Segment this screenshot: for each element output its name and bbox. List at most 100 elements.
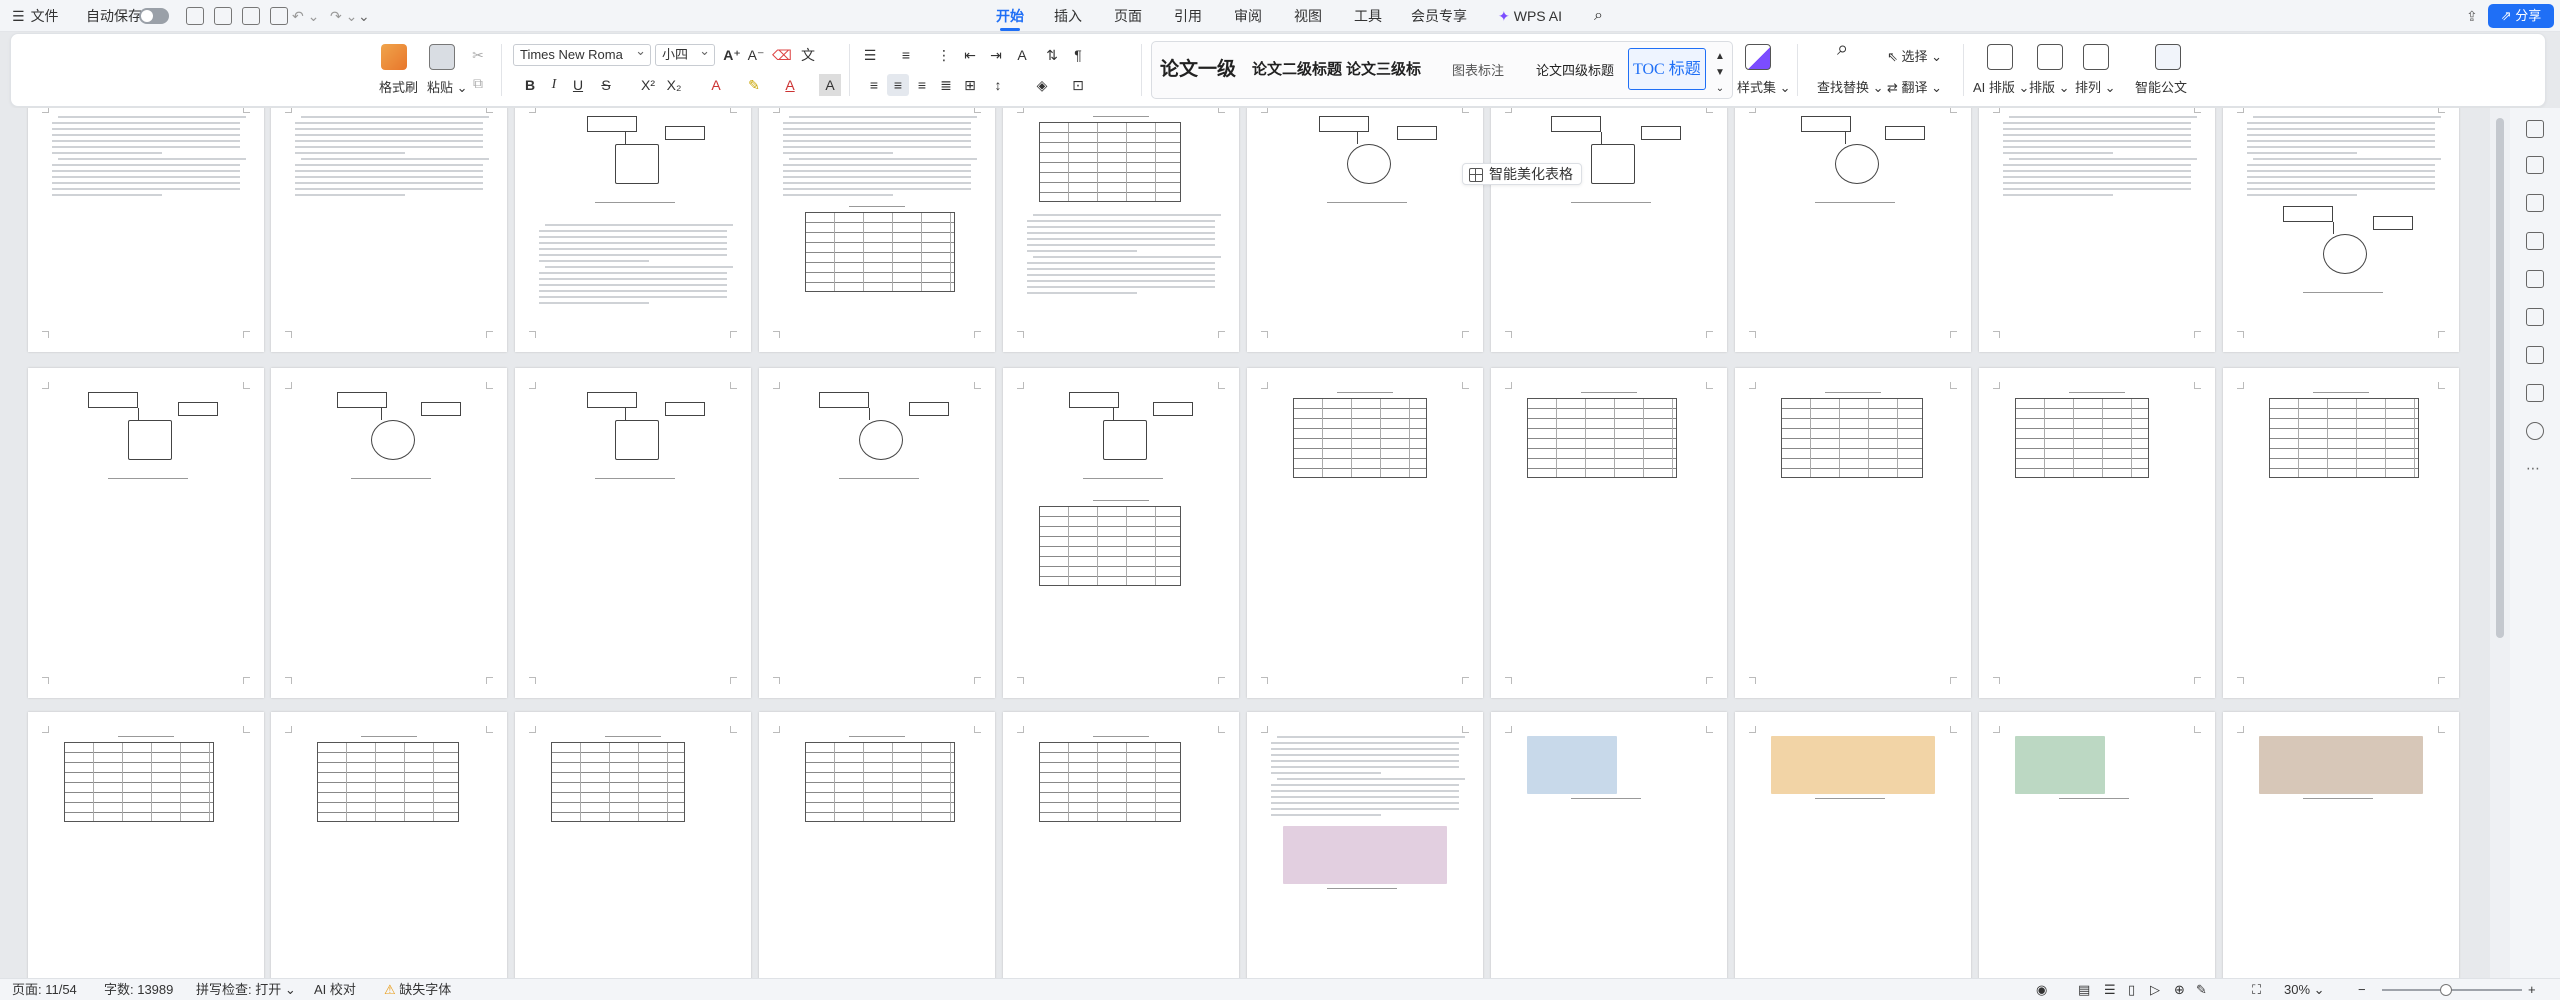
document-page[interactable] bbox=[1491, 368, 1727, 698]
tab-insert[interactable]: 插入 bbox=[1054, 0, 1082, 32]
document-page[interactable] bbox=[1735, 108, 1971, 352]
document-page[interactable] bbox=[1491, 108, 1727, 352]
document-page[interactable] bbox=[759, 712, 995, 978]
history-icon[interactable] bbox=[2526, 384, 2544, 402]
subscript-icon[interactable]: X₂ bbox=[663, 74, 685, 96]
document-page[interactable] bbox=[1003, 108, 1239, 352]
document-page[interactable] bbox=[1979, 368, 2215, 698]
redo-icon[interactable]: ↷ ⌄ bbox=[330, 0, 357, 32]
document-workspace[interactable] bbox=[0, 108, 2490, 978]
pen-icon[interactable] bbox=[2526, 194, 2544, 212]
highlight-icon[interactable]: ✎ bbox=[743, 74, 765, 96]
italic-icon[interactable]: I bbox=[543, 74, 565, 96]
document-page[interactable] bbox=[1003, 368, 1239, 698]
fit-page-icon[interactable]: ⛶ bbox=[2252, 979, 2261, 1000]
document-page[interactable] bbox=[28, 368, 264, 698]
document-page[interactable] bbox=[1735, 712, 1971, 978]
document-page[interactable] bbox=[759, 108, 995, 352]
shading-icon[interactable]: ◈ bbox=[1031, 74, 1053, 96]
underline-icon[interactable]: U bbox=[567, 74, 589, 96]
autosave-toggle[interactable] bbox=[139, 8, 169, 24]
vertical-scrollbar[interactable] bbox=[2490, 108, 2510, 978]
numbered-list-icon[interactable]: ≡ bbox=[895, 44, 917, 66]
read-mode-icon[interactable]: ▯ bbox=[2128, 979, 2135, 1000]
font-color-icon[interactable]: A bbox=[779, 74, 801, 96]
distributed-icon[interactable]: ⊞ bbox=[959, 74, 981, 96]
phonetic-icon[interactable]: 文 bbox=[797, 44, 819, 66]
document-page[interactable] bbox=[1003, 712, 1239, 978]
document-page[interactable] bbox=[1247, 108, 1483, 352]
zoom-slider-handle[interactable] bbox=[2440, 984, 2452, 996]
cut-icon[interactable]: ✂ bbox=[467, 44, 489, 66]
tab-review[interactable]: 审阅 bbox=[1234, 0, 1262, 32]
web-view-icon[interactable]: ⊕ bbox=[2174, 979, 2185, 1000]
paste-icon[interactable] bbox=[429, 44, 455, 70]
align-left-icon[interactable]: ≡ bbox=[863, 74, 885, 96]
grow-font-icon[interactable]: A⁺ bbox=[721, 44, 743, 66]
line-spacing-icon[interactable]: ↕ bbox=[987, 74, 1009, 96]
tab-tools[interactable]: 工具 bbox=[1354, 0, 1382, 32]
copy-icon[interactable]: ⧉ bbox=[467, 72, 489, 94]
format-painter-label[interactable]: 格式刷 bbox=[379, 77, 418, 96]
ai-layout-label[interactable]: AI 排版 ⌄ bbox=[1973, 77, 2029, 96]
write-mode-icon[interactable]: ✎ bbox=[2196, 979, 2207, 1000]
align-right-icon[interactable]: ≡ bbox=[911, 74, 933, 96]
document-page[interactable] bbox=[2223, 368, 2459, 698]
clear-format-icon[interactable]: ⌫ bbox=[771, 44, 793, 66]
strikethrough-icon[interactable]: S bbox=[595, 74, 617, 96]
align-center-icon[interactable]: ≡ bbox=[887, 74, 909, 96]
sort-icon[interactable]: ⇅ bbox=[1041, 44, 1063, 66]
print-preview-icon[interactable] bbox=[270, 7, 288, 25]
search-icon[interactable]: ⌕ bbox=[1594, 0, 1603, 32]
document-page[interactable] bbox=[1979, 712, 2215, 978]
more-icon[interactable]: ⋯ bbox=[2526, 460, 2544, 478]
document-page[interactable] bbox=[515, 368, 751, 698]
document-page[interactable] bbox=[1247, 712, 1483, 978]
tab-home[interactable]: 开始 bbox=[996, 0, 1024, 32]
magic-tool-icon[interactable] bbox=[2526, 270, 2544, 288]
zoom-in-icon[interactable]: + bbox=[2528, 979, 2536, 1000]
scroll-thumb[interactable] bbox=[2496, 118, 2504, 638]
font-size-select[interactable]: 小四 bbox=[655, 44, 715, 66]
decrease-indent-icon[interactable]: ⇤ bbox=[959, 44, 981, 66]
style-heading-1[interactable]: 论文一级 bbox=[1160, 54, 1236, 81]
document-page[interactable] bbox=[515, 712, 751, 978]
font-name-select[interactable]: Times New Roma bbox=[513, 44, 651, 66]
paste-label[interactable]: 粘贴 ⌄ bbox=[427, 77, 468, 96]
shapes-icon[interactable] bbox=[2526, 308, 2544, 326]
zoom-slider[interactable] bbox=[2382, 989, 2522, 991]
zoom-level[interactable]: 30% ⌄ bbox=[2284, 979, 2325, 1000]
zoom-out-icon[interactable]: − bbox=[2358, 979, 2366, 1000]
char-shading-icon[interactable]: A bbox=[819, 74, 841, 96]
print-icon[interactable] bbox=[242, 7, 260, 25]
document-page[interactable] bbox=[271, 108, 507, 352]
collapse-icon[interactable] bbox=[2526, 120, 2544, 138]
superscript-icon[interactable]: X² bbox=[637, 74, 659, 96]
translate-button[interactable]: ⇄ 翻译 ⌄ bbox=[1887, 77, 1942, 96]
style-set-icon[interactable] bbox=[1745, 44, 1771, 70]
format-painter-icon[interactable] bbox=[381, 44, 407, 70]
smart-doc-label[interactable]: 智能公文 bbox=[2135, 77, 2187, 96]
cloud-upload-icon[interactable]: ⇪ bbox=[2466, 0, 2478, 32]
page-view-icon[interactable]: ▤ bbox=[2078, 979, 2090, 1000]
save-icon[interactable] bbox=[186, 7, 204, 25]
help-icon[interactable] bbox=[2526, 422, 2544, 440]
style-caption[interactable]: 图表标注 bbox=[1452, 60, 1504, 79]
share-button[interactable]: ⇗ 分享 bbox=[2488, 4, 2554, 28]
tab-references[interactable]: 引用 bbox=[1174, 0, 1202, 32]
layout-label[interactable]: 排版 ⌄ bbox=[2029, 77, 2070, 96]
smart-doc-icon[interactable] bbox=[2155, 44, 2181, 70]
show-marks-icon[interactable]: ¶ bbox=[1067, 44, 1089, 66]
document-page[interactable] bbox=[1247, 368, 1483, 698]
arrange-label[interactable]: 排列 ⌄ bbox=[2075, 77, 2116, 96]
document-page[interactable] bbox=[28, 712, 264, 978]
plugin-icon[interactable] bbox=[2526, 346, 2544, 364]
word-count[interactable]: 字数: 13989 bbox=[104, 979, 173, 1000]
document-page[interactable] bbox=[271, 712, 507, 978]
document-page[interactable] bbox=[271, 368, 507, 698]
play-icon[interactable]: ▷ bbox=[2150, 979, 2160, 1000]
export-pdf-icon[interactable] bbox=[214, 7, 232, 25]
document-page[interactable] bbox=[759, 368, 995, 698]
tab-member[interactable]: 会员专享 bbox=[1411, 0, 1467, 32]
outline-view-icon[interactable]: ☰ bbox=[2104, 979, 2116, 1000]
